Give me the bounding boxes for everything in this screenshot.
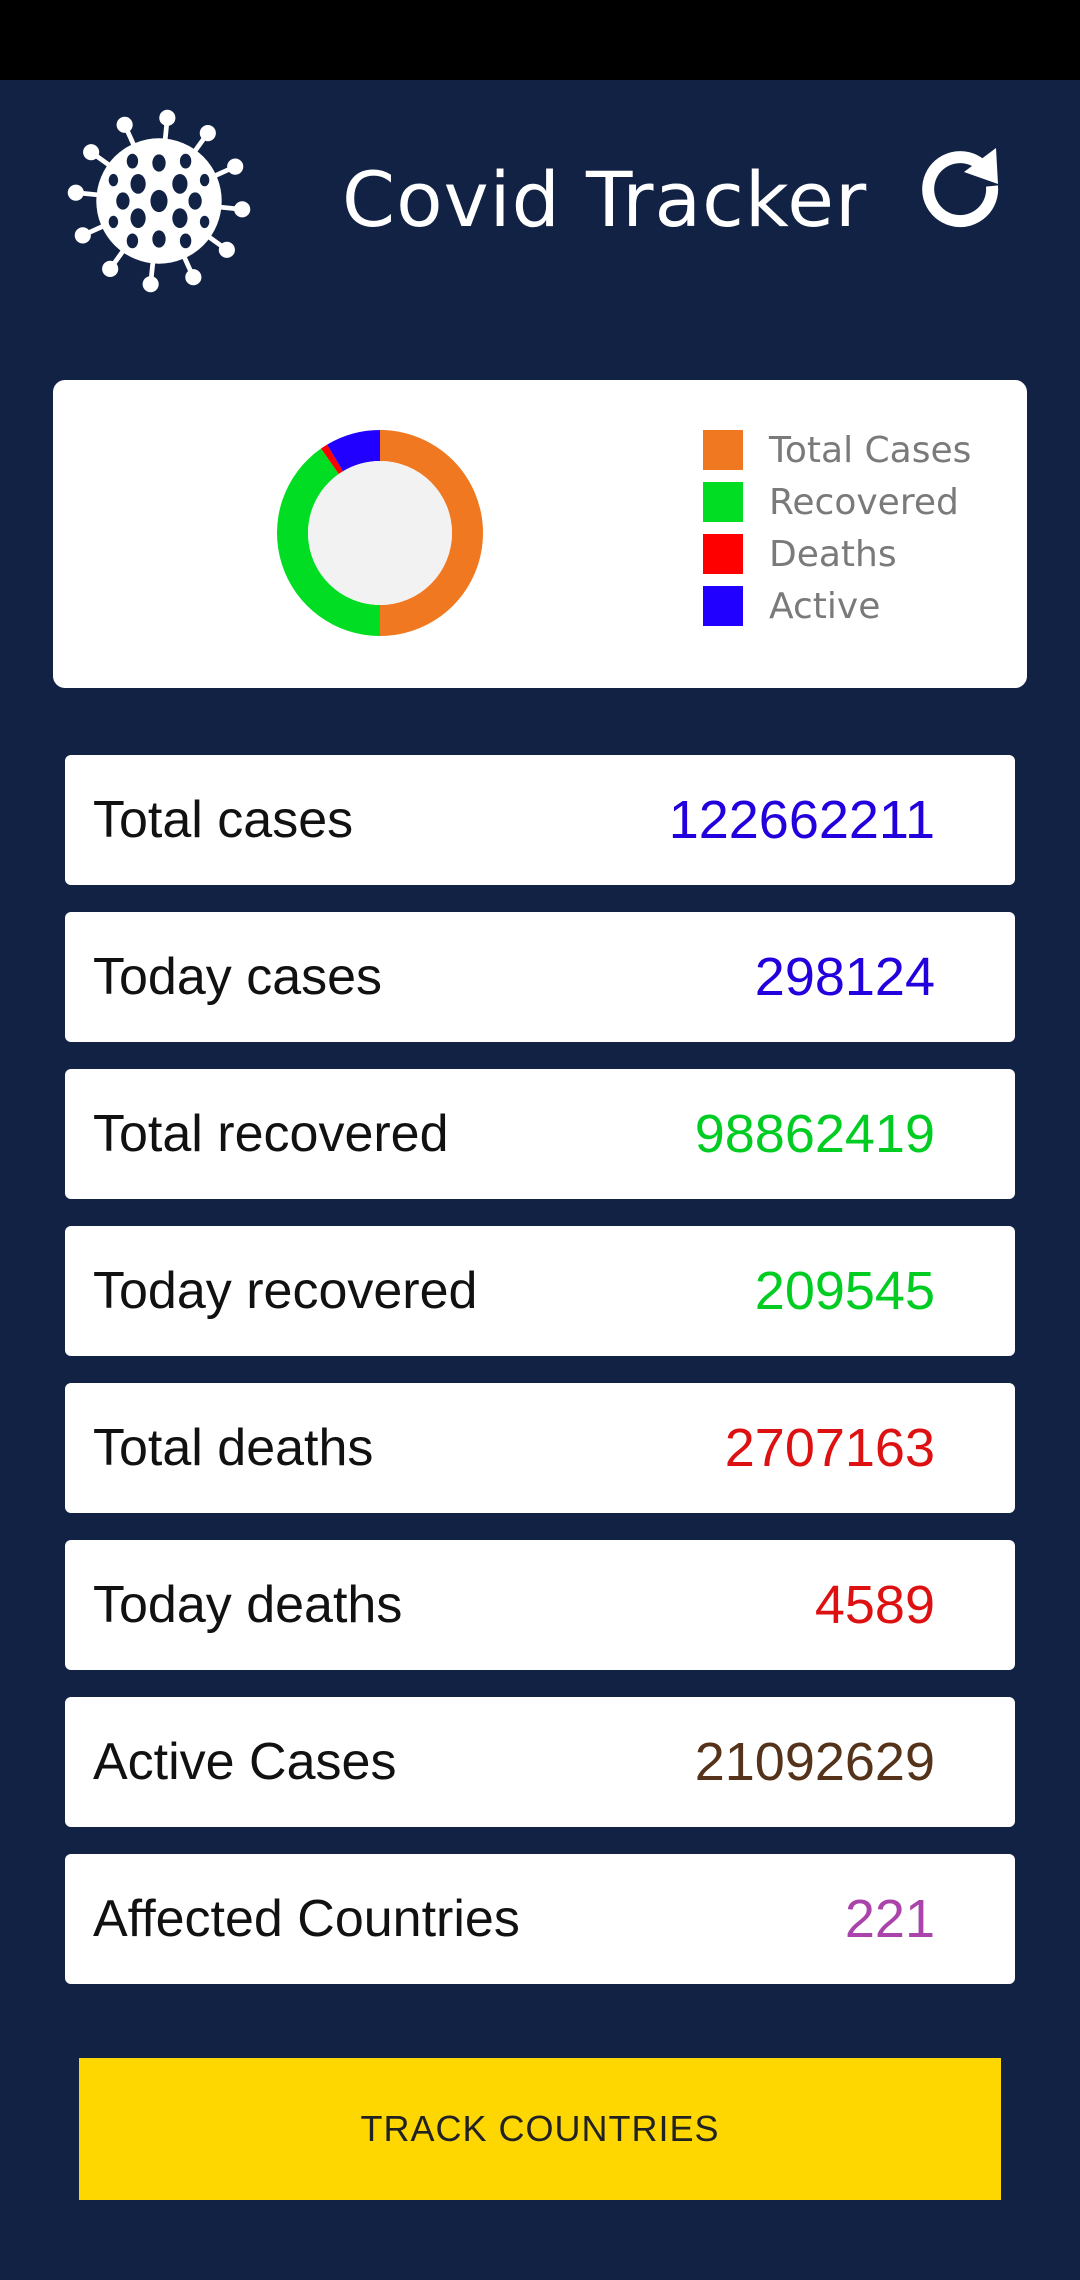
legend-label: Deaths — [769, 533, 897, 575]
stat-value: 21092629 — [694, 1732, 935, 1792]
track-countries-button[interactable]: TRACK COUNTRIES — [79, 2058, 1001, 2200]
stat-value: 298124 — [754, 947, 935, 1007]
stat-label: Affected Countries — [93, 1890, 520, 1948]
stat-card: Affected Countries 221 — [65, 1854, 1015, 1984]
legend-swatch — [703, 586, 743, 626]
stat-card: Total deaths 2707163 — [65, 1383, 1015, 1513]
legend-label: Recovered — [769, 481, 959, 523]
stat-label: Total cases — [93, 791, 354, 849]
stat-card: Today deaths 4589 — [65, 1540, 1015, 1670]
stat-card: Active Cases 21092629 — [65, 1697, 1015, 1827]
legend-label: Active — [769, 585, 881, 627]
status-bar — [0, 0, 1080, 80]
stat-label: Total deaths — [93, 1419, 374, 1477]
stats-list: Total cases 122662211 Today cases 298124 Tot… — [65, 755, 1015, 2011]
legend-label: Total Cases — [769, 429, 972, 471]
virus-icon — [67, 109, 251, 293]
stat-value: 98862419 — [694, 1104, 935, 1164]
stat-value: 4589 — [814, 1575, 935, 1635]
chart-card: Total Cases Recovered Deaths Active — [53, 380, 1027, 688]
donut-chart — [277, 430, 483, 636]
stat-card: Total recovered 98862419 — [65, 1069, 1015, 1199]
stat-value: 221 — [844, 1889, 935, 1949]
stat-card: Today cases 298124 — [65, 912, 1015, 1042]
stat-label: Today recovered — [93, 1262, 478, 1320]
legend-item: Active — [703, 580, 971, 632]
refresh-icon[interactable] — [912, 140, 1012, 240]
stat-label: Total recovered — [93, 1105, 449, 1163]
stat-value: 122662211 — [668, 790, 935, 850]
stat-card: Today recovered 209545 — [65, 1226, 1015, 1356]
legend-item: Recovered — [703, 476, 971, 528]
legend-item: Deaths — [703, 528, 971, 580]
stat-label: Today cases — [93, 948, 383, 1006]
legend-swatch — [703, 534, 743, 574]
stat-label: Active Cases — [93, 1733, 397, 1791]
donut-hole — [308, 461, 452, 605]
stat-label: Today deaths — [93, 1576, 403, 1634]
legend-swatch — [703, 482, 743, 522]
stat-value: 209545 — [754, 1261, 935, 1321]
legend-item: Total Cases — [703, 424, 971, 476]
legend-swatch — [703, 430, 743, 470]
stat-value: 2707163 — [724, 1418, 935, 1478]
app-bar: Covid Tracker — [0, 80, 1080, 320]
app-title: Covid Tracker — [342, 155, 868, 244]
stat-card: Total cases 122662211 — [65, 755, 1015, 885]
chart-legend: Total Cases Recovered Deaths Active — [703, 424, 971, 632]
